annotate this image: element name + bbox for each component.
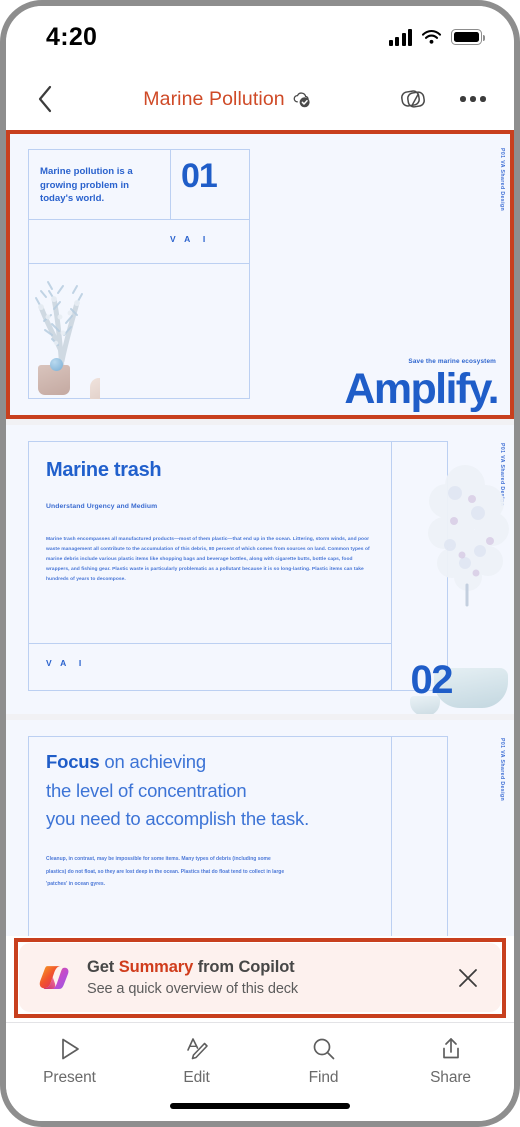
present-label: Present — [43, 1069, 96, 1086]
edit-label: Edit — [183, 1069, 210, 1086]
nav-actions — [394, 80, 492, 118]
slide-thumbnail-1[interactable]: Marine pollution is a growing problem in… — [6, 130, 514, 419]
slide3-body-text: Cleanup, in contrast, may be impossible … — [46, 856, 285, 887]
wifi-icon — [421, 29, 442, 44]
battery-icon — [451, 29, 485, 45]
slide1-brand-mark: VAI — [170, 234, 206, 244]
slide2-coral-illustration — [428, 465, 509, 607]
slide-thumbnail-3[interactable]: Focus on achieving the level of concentr… — [6, 720, 514, 936]
navigation-bar: Marine Pollution — [6, 68, 514, 130]
slide2-divider-horizontal — [28, 643, 391, 644]
app-screen: 4:20 Marine Pollution Marine pollution i… — [6, 6, 514, 1121]
slide1-number: 01 — [181, 157, 218, 195]
edit-pen-icon — [184, 1035, 210, 1062]
slide-list[interactable]: Marine pollution is a growing problem in… — [6, 130, 514, 936]
slide3-heading-bold: Focus — [46, 751, 100, 772]
find-label: Find — [308, 1069, 339, 1086]
pebble-shape — [50, 358, 63, 371]
slide2-number: 02 — [410, 658, 454, 702]
coral-illustration — [35, 281, 83, 372]
cloud-check-icon — [293, 91, 310, 107]
copilot-summary-banner[interactable]: Get Summary from Copilot See a quick ove… — [19, 943, 501, 1012]
slide-layout-button[interactable] — [394, 80, 432, 118]
copilot-title-prefix: Get — [87, 958, 119, 976]
document-title-area[interactable]: Marine Pollution — [60, 88, 394, 111]
present-button[interactable]: Present — [6, 1035, 133, 1087]
edit-button[interactable]: Edit — [133, 1035, 260, 1087]
more-options-button[interactable] — [454, 80, 492, 118]
slide1-side-label: P01 VA Shared Design — [499, 148, 505, 212]
slide3-side-label: P01 VA Shared Design — [499, 738, 505, 802]
copilot-title-suffix: from Copilot — [193, 958, 295, 976]
chevron-left-icon — [38, 85, 52, 113]
vase-shape — [90, 378, 100, 399]
copilot-banner-area: Get Summary from Copilot See a quick ove… — [6, 936, 514, 1022]
slide2-body-text: Marine trash encompasses all manufacture… — [46, 537, 370, 583]
slide1-divider-1 — [28, 219, 250, 220]
slide3-heading-line1-rest: on achieving — [99, 751, 206, 772]
find-button[interactable]: Find — [260, 1035, 387, 1087]
slide-layout-icon — [401, 90, 425, 108]
slide1-tagline: Save the marine ecosystem — [408, 358, 496, 365]
copilot-subtitle: See a quick overview of this deck — [87, 981, 299, 997]
search-icon — [311, 1035, 337, 1062]
slide3-divider-vertical — [391, 736, 392, 936]
copilot-logo-icon — [39, 965, 69, 989]
play-triangle-icon — [57, 1035, 83, 1062]
copilot-title-highlight: Summary — [118, 958, 194, 976]
slide1-divider-vertical — [170, 149, 171, 219]
status-time: 4:20 — [46, 22, 98, 51]
copilot-close-button[interactable] — [451, 961, 485, 995]
home-indicator[interactable] — [170, 1103, 350, 1109]
slide2-divider-vertical — [391, 441, 392, 691]
slide3-heading: Focus on achieving the level of concentr… — [46, 748, 309, 834]
cellular-signal-icon — [388, 28, 412, 46]
slide1-lead-text: Marine pollution is a growing problem in… — [40, 166, 133, 205]
page-title: Marine Pollution — [143, 87, 285, 110]
slide3-heading-line3: you need to accomplish the task. — [46, 808, 310, 830]
more-options-icon — [460, 96, 486, 102]
share-button[interactable]: Share — [387, 1035, 514, 1087]
phone-frame: 4:20 Marine Pollution Marine pollution i… — [0, 0, 520, 1127]
share-upload-icon — [438, 1035, 464, 1062]
slide3-heading-line2: the level of concentration — [46, 779, 247, 801]
slide2-subtitle: Understand Urgency and Medium — [46, 503, 158, 510]
slide2-brand-mark: VAI — [46, 658, 82, 668]
close-icon — [459, 968, 477, 987]
slide1-wordmark: Amplify. — [344, 365, 499, 413]
status-indicators — [388, 28, 485, 46]
share-label: Share — [430, 1069, 471, 1086]
coral-plant-image — [28, 263, 100, 399]
copilot-title: Get Summary from Copilot — [87, 958, 451, 977]
status-bar: 4:20 — [6, 6, 514, 68]
slide-thumbnail-2[interactable]: Marine trash Understand Urgency and Medi… — [6, 425, 514, 714]
copilot-text-block: Get Summary from Copilot See a quick ove… — [87, 958, 451, 997]
slide2-title: Marine trash — [46, 459, 162, 481]
